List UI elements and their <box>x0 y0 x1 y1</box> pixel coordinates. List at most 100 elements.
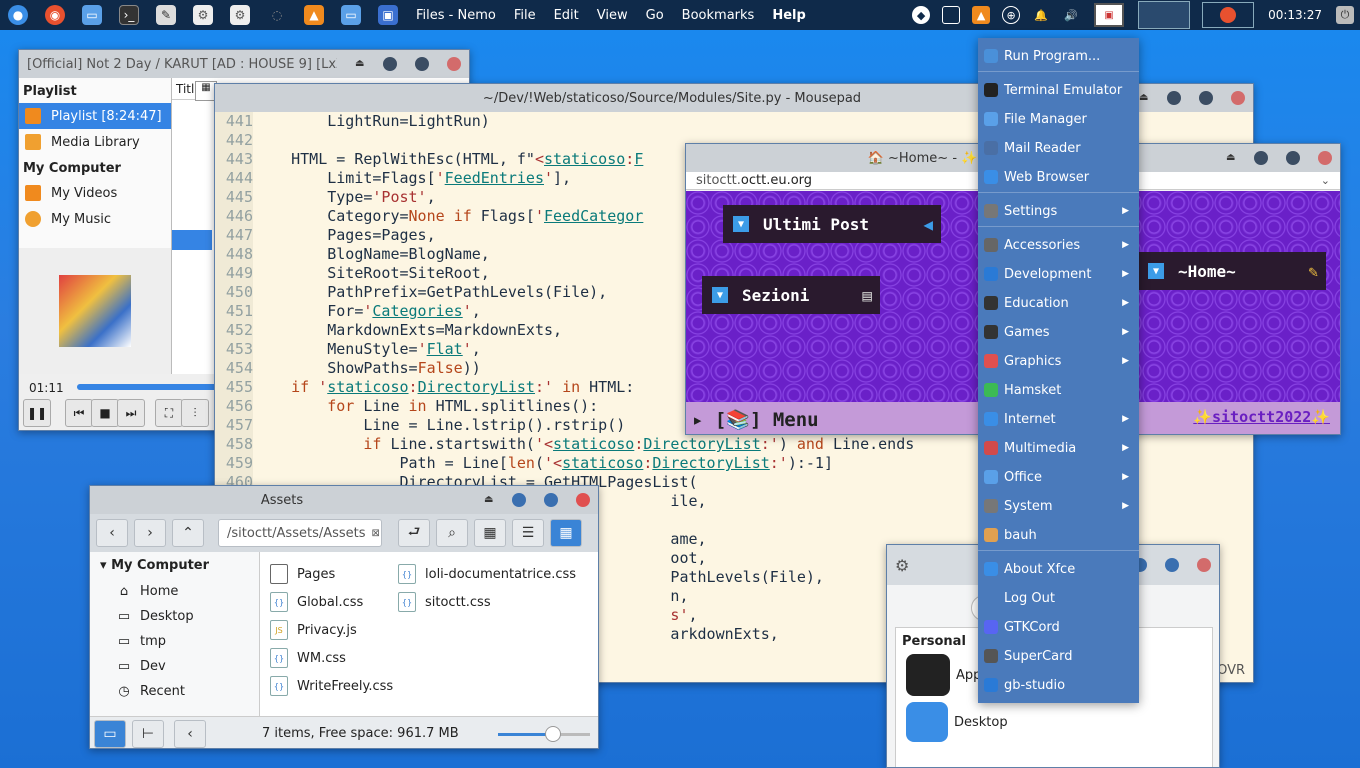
file-item[interactable]: {} loli-documentatrice.css <box>398 562 576 586</box>
location-bar[interactable]: /sitoctt/Assets/Assets ⊠ <box>218 519 382 547</box>
sections-button[interactable]: ▼ Sezioni ▤ <box>702 276 880 314</box>
terminal-icon[interactable]: ›_ <box>119 5 139 25</box>
menu-item-log-out[interactable]: Log Out <box>978 586 1139 610</box>
file-item[interactable]: {} WriteFreely.css <box>270 674 393 698</box>
minimize-button[interactable] <box>383 57 397 71</box>
active-app-name[interactable]: Files - Nemo <box>416 8 496 23</box>
file-item[interactable]: {} Global.css <box>270 590 363 614</box>
menu-item-education[interactable]: Education ▶ <box>978 291 1139 315</box>
media-library-item[interactable]: Media Library <box>19 129 171 155</box>
text-editor-icon[interactable]: ✎ <box>156 5 176 25</box>
close-button[interactable] <box>1197 558 1211 572</box>
playlist-item[interactable]: Playlist [8:24:47] <box>19 103 171 129</box>
file-item[interactable]: Pages <box>270 562 335 586</box>
desktop-item[interactable]: Desktop <box>906 702 1008 742</box>
menu-toggle[interactable]: ▸ [📚] Menu <box>692 408 819 431</box>
session-icon[interactable]: ⏻ <box>1336 6 1354 24</box>
home-button[interactable]: ▼ ~Home~ ✎ <box>1138 252 1326 290</box>
workspace-preview-icon[interactable]: ▣ <box>1094 3 1125 27</box>
menu-item-system[interactable]: System ▶ <box>978 494 1139 518</box>
nemo-titlebar[interactable]: Assets ⏏ <box>90 486 598 514</box>
maximize-button[interactable] <box>415 57 429 71</box>
sidebar-item-desktop[interactable]: ▭ Desktop <box>90 604 259 629</box>
shade-icon[interactable]: ⏏ <box>355 59 365 69</box>
fullscreen-button[interactable]: ⛶ <box>155 399 183 427</box>
menu-file[interactable]: File <box>514 8 536 23</box>
window-button[interactable] <box>1202 2 1255 28</box>
menu-item-hamsket[interactable]: Hamsket <box>978 378 1139 402</box>
forward-button[interactable]: › <box>134 519 166 547</box>
next-button[interactable]: ⏭ <box>117 399 145 427</box>
list-view-button[interactable]: ☰ <box>512 519 544 547</box>
settings-gear-icon[interactable]: ⚙ <box>193 5 213 25</box>
volume-icon[interactable]: 🔊 <box>1062 6 1080 24</box>
app-finder-icon[interactable]: ▣ <box>378 5 398 25</box>
menu-item-accessories[interactable]: Accessories ▶ <box>978 233 1139 257</box>
back-button[interactable]: ‹ <box>96 519 128 547</box>
penguin-icon[interactable]: ◆ <box>912 6 931 24</box>
close-button[interactable] <box>1231 91 1245 105</box>
footer-link[interactable]: ✨sitoctt2022✨ <box>1193 408 1330 426</box>
appearance-item[interactable]: Appe <box>906 654 989 696</box>
minimize-button[interactable] <box>512 493 526 507</box>
vlc-titlebar[interactable]: [Official] Not 2 Day / KARUT [AD : HOUSE… <box>19 50 469 78</box>
zoom-slider[interactable] <box>498 726 590 742</box>
menu-item-web-browser[interactable]: Web Browser <box>978 165 1139 189</box>
toggle-location-button[interactable]: ⮐ <box>398 519 430 547</box>
compact-view-button[interactable]: ▦ <box>550 519 582 547</box>
files-icon[interactable]: ▭ <box>82 5 102 25</box>
menu-item-mail-reader[interactable]: Mail Reader <box>978 136 1139 160</box>
menu-item-settings[interactable]: Settings ▶ <box>978 199 1139 223</box>
xfce-mouse-icon[interactable]: ◌ <box>267 5 287 25</box>
network-icon[interactable]: ⊕ <box>1002 6 1021 24</box>
tree-button[interactable]: ⊢ <box>132 719 164 748</box>
hide-sidebar-button[interactable]: ‹ <box>174 719 206 748</box>
menu-item-internet[interactable]: Internet ▶ <box>978 407 1139 431</box>
notification-bell-icon[interactable]: 🔔 <box>1032 6 1050 24</box>
nemo-icon[interactable]: ▭ <box>341 5 361 25</box>
menu-bookmarks[interactable]: Bookmarks <box>682 8 755 23</box>
menu-go[interactable]: Go <box>646 8 664 23</box>
minimize-button[interactable] <box>1167 91 1181 105</box>
up-button[interactable]: ⌃ <box>172 519 204 547</box>
sidebar-item-dev[interactable]: ▭ Dev <box>90 654 259 679</box>
places-button[interactable]: ▭ <box>94 719 126 748</box>
menu-help[interactable]: Help <box>772 8 805 23</box>
maximize-button[interactable] <box>1199 91 1213 105</box>
clock[interactable]: 00:13:27 <box>1268 8 1322 22</box>
menu-item-gb-studio[interactable]: gb-studio <box>978 673 1139 697</box>
close-button[interactable] <box>447 57 461 71</box>
stop-button[interactable]: ■ <box>91 399 119 427</box>
file-item[interactable]: {} WM.css <box>270 646 346 670</box>
search-button[interactable]: ⌕ <box>436 519 468 547</box>
menu-item-office[interactable]: Office ▶ <box>978 465 1139 489</box>
zoom-slider-knob[interactable] <box>545 726 562 742</box>
equalizer-button[interactable]: ⫶ <box>181 399 209 427</box>
menu-item-gtkcord[interactable]: GTKCord <box>978 615 1139 639</box>
file-item[interactable]: JS Privacy.js <box>270 618 357 642</box>
menu-item-development[interactable]: Development ▶ <box>978 262 1139 286</box>
menu-item-bauh[interactable]: bauh <box>978 523 1139 547</box>
menu-edit[interactable]: Edit <box>554 8 579 23</box>
maximize-button[interactable] <box>544 493 558 507</box>
file-item[interactable]: {} sitoctt.css <box>398 590 491 614</box>
menu-item-terminal-emulator[interactable]: Terminal Emulator <box>978 78 1139 102</box>
menu-item-graphics[interactable]: Graphics ▶ <box>978 349 1139 373</box>
menu-item-about-xfce[interactable]: About Xfce <box>978 557 1139 581</box>
sidebar-item-recent[interactable]: ◷ Recent <box>90 679 259 704</box>
menu-item-run-program[interactable]: Run Program... <box>978 44 1139 68</box>
previous-button[interactable]: ⏮ <box>65 399 93 427</box>
icon-view-button[interactable]: ▦ <box>474 519 506 547</box>
menu-item-multimedia[interactable]: Multimedia ▶ <box>978 436 1139 460</box>
sidebar-item-home[interactable]: ⌂ Home <box>90 579 259 604</box>
maximize-button[interactable] <box>1165 558 1179 572</box>
minimize-button[interactable] <box>1254 151 1268 165</box>
latest-posts-button[interactable]: ▼ Ultimi Post ◀ <box>723 205 941 243</box>
shade-icon[interactable]: ⏏ <box>1226 153 1236 163</box>
pause-button[interactable]: ❚❚ <box>23 399 51 427</box>
my-music-item[interactable]: My Music <box>19 206 171 232</box>
overwrite-mode-indicator[interactable]: OVR <box>1217 663 1245 678</box>
clear-icon[interactable]: ⊠ <box>372 528 380 539</box>
workspace-switcher[interactable] <box>1138 1 1191 29</box>
menu-item-games[interactable]: Games ▶ <box>978 320 1139 344</box>
